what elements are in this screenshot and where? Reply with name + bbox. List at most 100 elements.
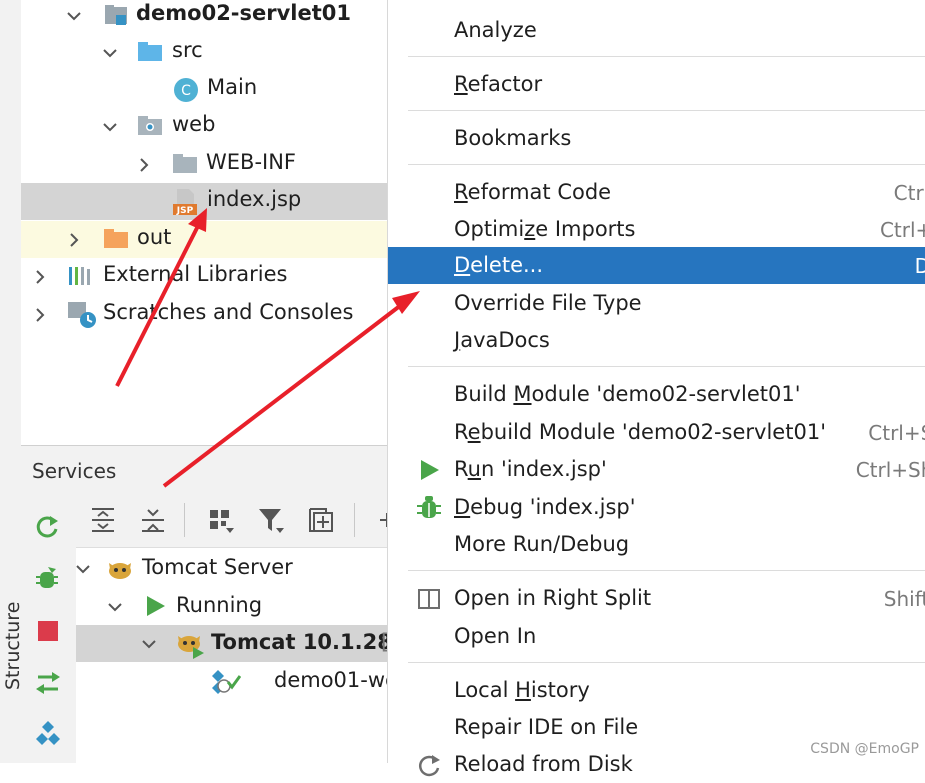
toolbar-divider (354, 503, 355, 537)
web-folder-icon (137, 114, 162, 138)
label-part: elete... (470, 253, 544, 277)
menu-separator (408, 164, 925, 165)
tree-row-scratches[interactable]: Scratches and Consoles (21, 296, 387, 333)
chevron-down-icon[interactable] (108, 600, 122, 614)
chevron-down-icon[interactable] (103, 120, 117, 134)
menu-item-more-run-debug[interactable]: More Run/Debug (388, 526, 925, 563)
menu-item-label: Override File Type (454, 291, 642, 315)
group-by-icon[interactable] (206, 505, 236, 535)
chevron-right-icon[interactable] (33, 270, 47, 284)
java-class-icon: C (173, 77, 198, 102)
menu-item-delete[interactable]: Delete... D (388, 247, 925, 284)
service-row-artifact[interactable]: demo01-we (76, 663, 398, 700)
structure-tool-label[interactable]: Structure (2, 602, 24, 690)
menu-item-open-right-split[interactable]: Open in Right Split Shift+ (388, 580, 925, 617)
menu-item-local-history[interactable]: Local History (388, 672, 925, 709)
menu-item-build-module[interactable]: Build Module 'demo02-servlet01' (388, 376, 925, 413)
menu-item-analyze[interactable]: Analyze (388, 12, 925, 49)
new-service-icon[interactable] (306, 505, 336, 535)
menu-item-shortcut: Ctrl+A (879, 218, 925, 242)
label-part: avaDocs (460, 328, 550, 352)
structure-tool-strip: Structure (0, 0, 24, 763)
service-row-tomcat-server[interactable]: Tomcat Server (76, 550, 387, 587)
update-deploy-icon[interactable] (34, 669, 62, 697)
chevron-down-icon[interactable] (103, 46, 117, 60)
menu-item-label: Refactor (454, 72, 542, 96)
mnemonic: e (467, 420, 481, 444)
menu-item-run[interactable]: Run 'index.jsp' Ctrl+Shif (388, 451, 925, 488)
chevron-down-icon[interactable] (76, 562, 90, 576)
mnemonic: R (454, 180, 468, 204)
tree-label: External Libraries (103, 262, 288, 286)
stop-icon[interactable] (34, 617, 62, 645)
tree-row-web-inf[interactable]: WEB-INF (21, 146, 387, 183)
menu-item-label: More Run/Debug (454, 532, 629, 556)
label-part: e Imports (535, 217, 636, 241)
services-actions-column (21, 493, 77, 763)
collapse-all-icon[interactable] (138, 505, 168, 535)
menu-item-label: Reload from Disk (454, 752, 633, 776)
menu-separator (408, 570, 925, 571)
label-part: eformat Code (467, 180, 612, 204)
menu-item-open-in[interactable]: Open In (388, 618, 925, 655)
chevron-right-icon[interactable] (33, 308, 47, 322)
menu-item-override-file-type[interactable]: Override File Type (388, 285, 925, 322)
tree-row-web[interactable]: web (21, 108, 387, 145)
tree-row-main[interactable]: C Main (21, 71, 387, 108)
chevron-down-icon[interactable] (67, 9, 81, 23)
svg-text:C: C (181, 83, 191, 99)
menu-item-rebuild-module[interactable]: Rebuild Module 'demo02-servlet01' Ctrl+S… (388, 414, 925, 451)
menu-separator (408, 366, 925, 367)
menu-item-javadocs[interactable]: JavaDocs (388, 322, 925, 359)
label-part: R (454, 420, 468, 444)
tree-row-index-jsp[interactable]: JSP index.jsp (21, 183, 387, 220)
deploy-all-icon[interactable] (34, 719, 62, 747)
services-title: Services (32, 459, 117, 483)
menu-item-reformat-code[interactable]: Reformat Code Ctrl+ (388, 174, 925, 211)
tomcat-running-icon (175, 629, 205, 659)
label-part: More Run/Debug (454, 532, 630, 556)
menu-item-partial[interactable] (388, 0, 925, 11)
debug-icon (416, 495, 442, 521)
label-part: ebug 'index.jsp' (470, 495, 636, 519)
tree-row-external-libraries[interactable]: External Libraries (21, 258, 387, 295)
chevron-right-icon[interactable] (137, 158, 151, 172)
filter-icon[interactable] (256, 505, 286, 535)
mnemonic: z (524, 217, 536, 241)
mnemonic: M (513, 382, 532, 406)
label-part: Build (454, 382, 514, 406)
menu-item-label: Delete... (454, 253, 543, 277)
service-row-tomcat-instance[interactable]: Tomcat 10.1.28 [ (76, 625, 392, 662)
project-tree-panel: demo02-servlet01 src C Main web WEB-INF … (21, 0, 387, 445)
menu-item-shortcut: Ctrl+Shif (855, 458, 925, 482)
label-part: Override File Type (454, 291, 642, 315)
excluded-folder-icon (103, 227, 128, 251)
label-part: Local (454, 678, 516, 702)
chevron-down-icon[interactable] (142, 637, 156, 651)
expand-all-icon[interactable] (88, 505, 118, 535)
service-row-running[interactable]: Running (76, 588, 387, 625)
menu-item-refactor[interactable]: Refactor (388, 66, 925, 103)
menu-separator (408, 662, 925, 663)
menu-item-optimize-imports[interactable]: Optimize Imports Ctrl+A (388, 211, 925, 248)
menu-item-label: Local History (454, 678, 590, 702)
menu-item-bookmarks[interactable]: Bookmarks (388, 120, 925, 157)
menu-item-label: Open In (454, 624, 536, 648)
label-part: R (454, 457, 468, 481)
tree-row-src[interactable]: src (21, 34, 387, 71)
debug-rerun-icon[interactable] (34, 565, 62, 593)
tree-row-out[interactable]: out (21, 221, 387, 258)
jsp-file-icon: JSP (172, 188, 198, 216)
label-part: Reload from Disk (454, 752, 633, 776)
menu-item-label: Run 'index.jsp' (454, 457, 607, 481)
menu-item-label: JavaDocs (454, 328, 550, 352)
menu-item-debug[interactable]: Debug 'index.jsp' (388, 489, 925, 526)
rerun-icon[interactable] (34, 513, 62, 541)
source-folder-icon (137, 40, 162, 64)
menu-separator (408, 110, 925, 111)
services-tree: Tomcat Server Running Tomcat 10.1.28 [ d… (76, 548, 398, 763)
tree-row-module[interactable]: demo02-servlet01 (21, 0, 387, 34)
chevron-right-icon[interactable] (67, 233, 81, 247)
menu-item-shortcut: Shift+ (883, 587, 925, 611)
menu-item-label: Rebuild Module 'demo02-servlet01' (454, 420, 826, 444)
